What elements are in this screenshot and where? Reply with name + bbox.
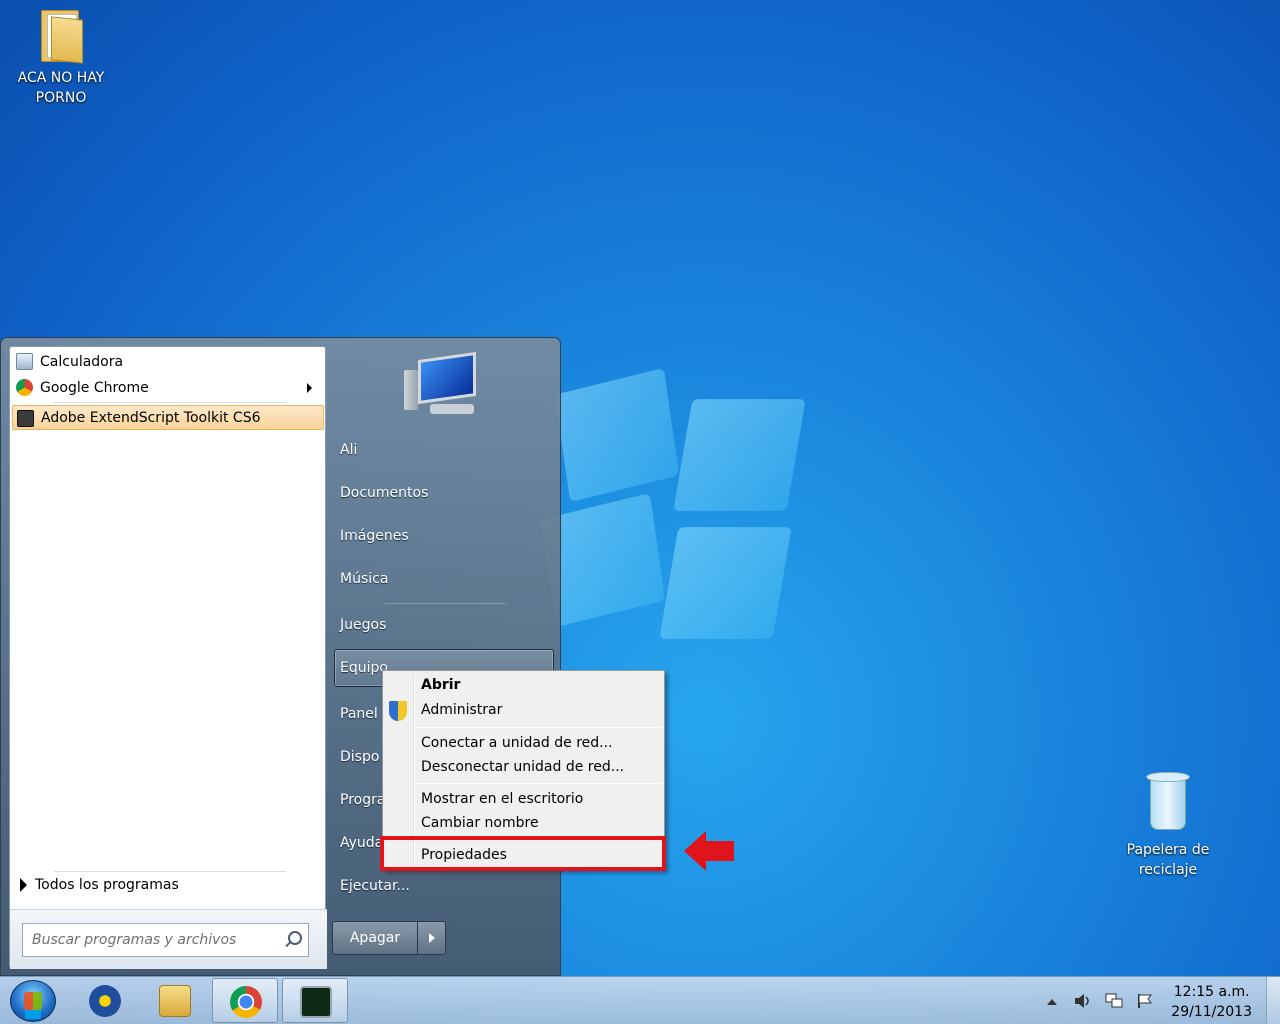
system-clock[interactable]: 12:15 a.m. 29/11/2013 — [1171, 982, 1252, 1022]
program-item[interactable]: Adobe ExtendScript Toolkit CS6 — [12, 405, 324, 430]
start-item-user[interactable]: Ali — [340, 442, 357, 458]
start-item-computer[interactable]: Equipo — [340, 660, 388, 676]
menu-item-rename[interactable]: Cambiar nombre — [421, 815, 539, 831]
extendscript-icon — [17, 410, 34, 427]
volume-icon[interactable] — [1074, 993, 1092, 1009]
start-item-default-programs[interactable]: Progra — [340, 792, 385, 808]
start-item-images[interactable]: Imágenes — [340, 528, 409, 544]
start-item-help[interactable]: Ayuda — [340, 835, 383, 851]
start-button[interactable] — [10, 980, 56, 1022]
recycle-label-line2: reciclaje — [1138, 862, 1198, 878]
desktop-recycle-bin[interactable]: Papelera de reciclaje — [1118, 772, 1218, 880]
folder-label-line1: ACA NO HAY — [17, 70, 105, 86]
taskbar: 12:15 a.m. 29/11/2013 — [0, 976, 1280, 1024]
chrome-icon — [16, 379, 33, 396]
shutdown-button[interactable]: Apagar — [332, 921, 418, 955]
menu-item-disconnect-drive[interactable]: Desconectar unidad de red... — [421, 759, 624, 775]
start-item-control-panel[interactable]: Panel — [340, 706, 378, 722]
calculator-icon — [16, 353, 33, 370]
program-label: Google Chrome — [40, 379, 149, 396]
menu-separator — [416, 783, 662, 784]
folder-label-line2: PORNO — [35, 90, 87, 106]
menu-item-map-drive[interactable]: Conectar a unidad de red... — [421, 735, 613, 751]
taskbar-app-task-manager[interactable] — [282, 978, 348, 1023]
all-programs-label: Todos los programas — [35, 877, 179, 893]
start-menu-programs-pane: Calculadora Google Chrome Adobe ExtendSc… — [9, 346, 327, 969]
search-placeholder: Buscar programas y archivos — [32, 932, 237, 948]
start-item-documents[interactable]: Documentos — [340, 485, 428, 501]
divider — [385, 603, 507, 604]
program-item[interactable]: Google Chrome — [12, 375, 324, 400]
arch-icon — [89, 985, 121, 1017]
action-center-flag-icon[interactable] — [1136, 993, 1154, 1009]
recycle-bin-icon — [1146, 772, 1190, 832]
program-label: Adobe ExtendScript Toolkit CS6 — [41, 409, 261, 426]
submenu-arrow-icon[interactable] — [307, 383, 312, 393]
menu-item-manage[interactable]: Administrar — [421, 702, 502, 718]
search-area: Buscar programas y archivos — [10, 909, 327, 969]
properties-highlight-box — [380, 836, 666, 871]
start-item-games[interactable]: Juegos — [340, 617, 386, 633]
chrome-icon — [230, 986, 262, 1018]
computer-icon — [404, 351, 480, 418]
taskbar-app-explorer[interactable] — [142, 978, 208, 1023]
explorer-icon — [159, 985, 191, 1017]
red-arrow-icon — [684, 831, 734, 871]
menu-item-open[interactable]: Abrir — [421, 677, 460, 693]
menu-separator — [416, 727, 662, 728]
search-input[interactable]: Buscar programas y archivos — [22, 923, 309, 957]
network-icon[interactable] — [1105, 993, 1123, 1009]
program-item[interactable]: Calculadora — [12, 349, 324, 374]
recycle-label-line1: Papelera de — [1126, 842, 1210, 858]
divider — [54, 871, 286, 872]
taskbar-app-chrome[interactable] — [212, 978, 278, 1023]
task-manager-icon — [300, 986, 332, 1018]
desktop-folder[interactable]: ACA NO HAY PORNO — [10, 6, 112, 108]
start-item-devices[interactable]: Dispo — [340, 749, 379, 765]
start-item-music[interactable]: Música — [340, 571, 388, 587]
search-icon[interactable] — [288, 931, 302, 945]
clock-date: 29/11/2013 — [1171, 1004, 1252, 1020]
start-item-run[interactable]: Ejecutar... — [340, 878, 410, 894]
program-label: Calculadora — [40, 353, 124, 370]
divider — [54, 402, 286, 403]
shield-icon — [389, 701, 407, 721]
taskbar-app-arch[interactable] — [72, 978, 138, 1023]
show-hidden-icons-icon[interactable] — [1046, 995, 1058, 1005]
windows-logo-wallpaper — [540, 367, 810, 660]
show-desktop-button[interactable] — [1266, 977, 1280, 1024]
clock-time: 12:15 a.m. — [1173, 984, 1250, 1000]
all-programs-button[interactable]: Todos los programas — [20, 877, 179, 893]
menu-item-show-desktop[interactable]: Mostrar en el escritorio — [421, 791, 583, 807]
shutdown-options-button[interactable] — [417, 921, 446, 955]
folder-icon — [39, 6, 83, 64]
play-arrow-icon — [20, 878, 27, 892]
